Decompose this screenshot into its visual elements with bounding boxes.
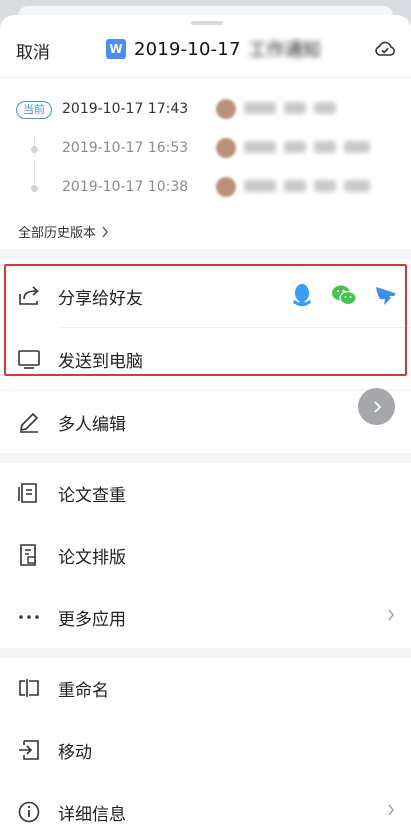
more-apps-row[interactable]: 更多应用 — [0, 586, 411, 648]
details-label: 详细信息 — [58, 805, 126, 825]
version-item[interactable]: 2019-10-17 16:53 — [0, 131, 411, 167]
version-item-current[interactable]: 当前 2019-10-17 17:43 — [0, 92, 411, 128]
share-icon — [19, 286, 39, 305]
computer-icon — [18, 350, 40, 369]
more-dots-icon — [19, 615, 39, 619]
document-title: W 2019-10-17 工作通知 — [106, 36, 321, 62]
chevron-right-icon — [388, 804, 394, 816]
move-icon — [19, 740, 39, 760]
version-meta — [244, 141, 370, 153]
version-date: 2019-10-17 10:38 — [62, 179, 189, 195]
header-divider — [0, 77, 411, 78]
version-dot — [31, 185, 38, 192]
title-date: 2019-10-17 — [134, 38, 241, 60]
floating-next-button[interactable] — [358, 388, 395, 425]
dingtalk-icon[interactable] — [375, 284, 397, 306]
more-apps-label: 更多应用 — [58, 610, 126, 630]
section-gap — [0, 249, 411, 259]
history-link-label: 全部历史版本 — [18, 226, 97, 241]
pencil-icon — [19, 412, 39, 433]
version-meta — [244, 180, 370, 192]
word-doc-icon: W — [106, 39, 126, 59]
share-apps — [291, 283, 397, 307]
thesis-format-label: 论文排版 — [58, 548, 126, 568]
share-label: 分享给好友 — [58, 289, 143, 309]
version-item[interactable]: 2019-10-17 10:38 — [0, 170, 411, 206]
cancel-button[interactable]: 取消 — [16, 38, 50, 63]
cloud-check-icon[interactable] — [373, 37, 397, 61]
info-icon — [18, 801, 40, 823]
title-suffix: 工作通知 — [248, 40, 321, 61]
current-badge: 当前 — [16, 101, 52, 119]
move-row[interactable]: 移动 — [0, 719, 411, 781]
rename-icon — [19, 679, 39, 697]
thesis-format-row[interactable]: 论文排版 — [0, 524, 411, 586]
wechat-icon[interactable] — [331, 284, 357, 306]
rename-row[interactable]: 重命名 — [0, 657, 411, 719]
avatar — [216, 99, 236, 119]
version-date: 2019-10-17 17:43 — [62, 101, 189, 117]
send-to-computer-row[interactable]: 发送到电脑 — [0, 328, 411, 390]
document-format-icon — [20, 544, 36, 566]
all-history-link[interactable]: 全部历史版本 — [18, 222, 109, 241]
chevron-right-icon — [102, 226, 108, 237]
document-check-icon — [18, 483, 37, 503]
sheet-header: 取消 W 2019-10-17 工作通知 — [0, 25, 411, 73]
action-sheet: 取消 W 2019-10-17 工作通知 当前 2019-10-17 17:43… — [0, 15, 411, 826]
share-to-friend-row[interactable]: 分享给好友 — [0, 265, 411, 327]
collab-edit-row[interactable]: 多人编辑 — [0, 391, 411, 453]
thesis-check-row[interactable]: 论文查重 — [0, 462, 411, 524]
avatar — [216, 177, 236, 197]
version-dot — [31, 146, 38, 153]
collab-edit-label: 多人编辑 — [58, 415, 126, 435]
chevron-right-icon — [373, 400, 381, 413]
version-meta — [244, 102, 336, 114]
rename-label: 重命名 — [58, 681, 109, 701]
send-to-computer-label: 发送到电脑 — [58, 352, 143, 372]
details-row[interactable]: 详细信息 — [0, 781, 411, 826]
move-label: 移动 — [58, 743, 92, 763]
version-date: 2019-10-17 16:53 — [62, 140, 189, 156]
qq-icon[interactable] — [291, 283, 313, 307]
chevron-right-icon — [388, 609, 394, 621]
thesis-check-label: 论文查重 — [58, 486, 126, 506]
avatar — [216, 138, 236, 158]
